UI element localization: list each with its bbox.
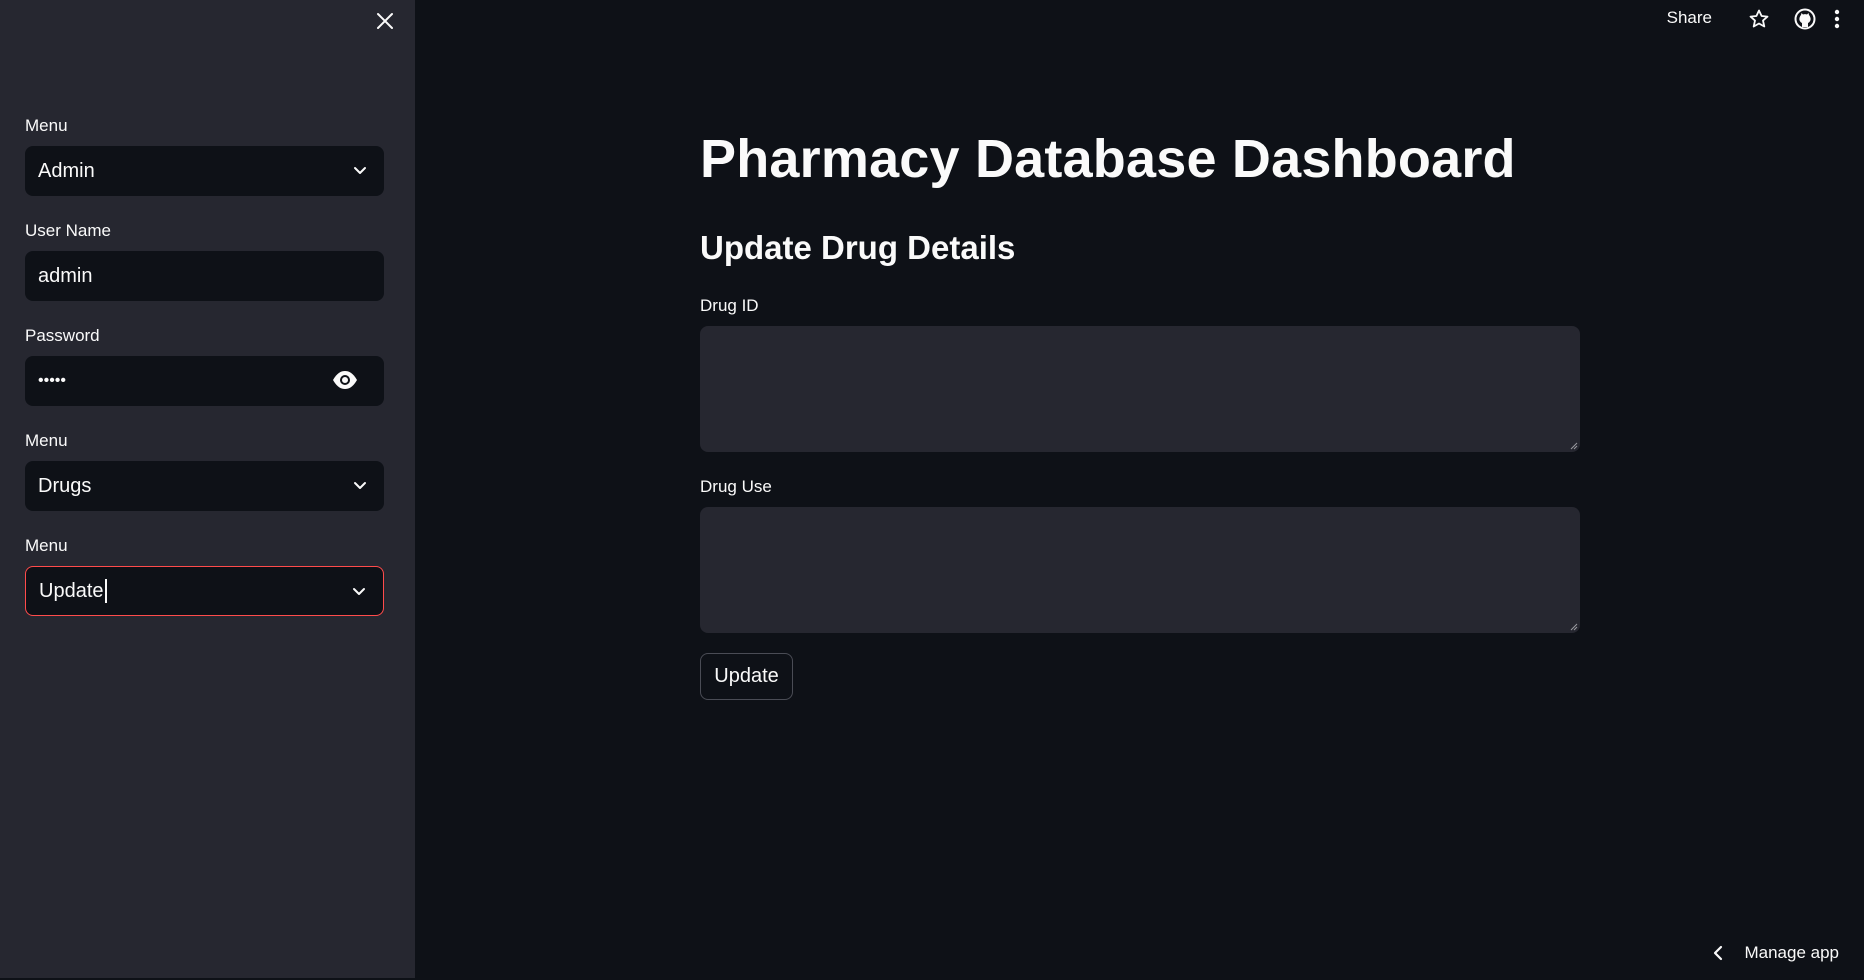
manage-app-label: Manage app — [1744, 943, 1839, 962]
username-input[interactable]: admin — [25, 251, 384, 301]
close-icon — [377, 13, 393, 29]
drug-id-label: Drug ID — [700, 296, 759, 315]
text-cursor — [104, 579, 107, 603]
sidebar: Menu Admin User Name admin Password ••••… — [0, 0, 415, 978]
eye-icon — [333, 371, 357, 389]
chevron-down-icon — [354, 167, 366, 174]
close-sidebar-button[interactable] — [371, 7, 399, 35]
menu-select-value: Drugs — [38, 474, 92, 497]
chevron-down-icon — [353, 588, 365, 595]
username-value: admin — [38, 264, 93, 287]
menu-select-admin[interactable]: Admin — [25, 146, 384, 196]
menu-label: Menu — [25, 431, 68, 450]
password-input[interactable]: ••••• — [25, 356, 384, 406]
drug-use-textarea[interactable] — [700, 507, 1580, 633]
menu-label: Menu — [25, 116, 68, 135]
chevron-left-icon — [1714, 945, 1723, 961]
star-icon[interactable] — [1748, 8, 1770, 30]
password-label: Password — [25, 326, 100, 345]
show-password-button[interactable] — [332, 369, 358, 397]
resize-grip-icon[interactable] — [1570, 623, 1578, 631]
resize-grip-icon[interactable] — [1570, 442, 1578, 450]
more-vertical-icon[interactable] — [1826, 8, 1848, 30]
github-icon[interactable] — [1794, 8, 1816, 30]
menu-select-drugs[interactable]: Drugs — [25, 461, 384, 511]
chevron-down-icon — [354, 482, 366, 489]
page-title: Pharmacy Database Dashboard — [700, 129, 1516, 189]
share-button[interactable]: Share — [1667, 8, 1712, 28]
section-title: Update Drug Details — [700, 229, 1016, 266]
password-value: ••••• — [38, 372, 67, 389]
menu-label: Menu — [25, 536, 68, 555]
menu-select-value: Admin — [38, 159, 95, 182]
manage-app-button[interactable]: Manage app — [1712, 943, 1839, 963]
username-label: User Name — [25, 221, 111, 240]
drug-use-label: Drug Use — [700, 477, 772, 496]
update-button[interactable]: Update — [700, 653, 793, 700]
drug-id-textarea[interactable] — [700, 326, 1580, 452]
menu-select-value: Update — [39, 579, 104, 602]
menu-select-update[interactable]: Update — [25, 566, 384, 616]
